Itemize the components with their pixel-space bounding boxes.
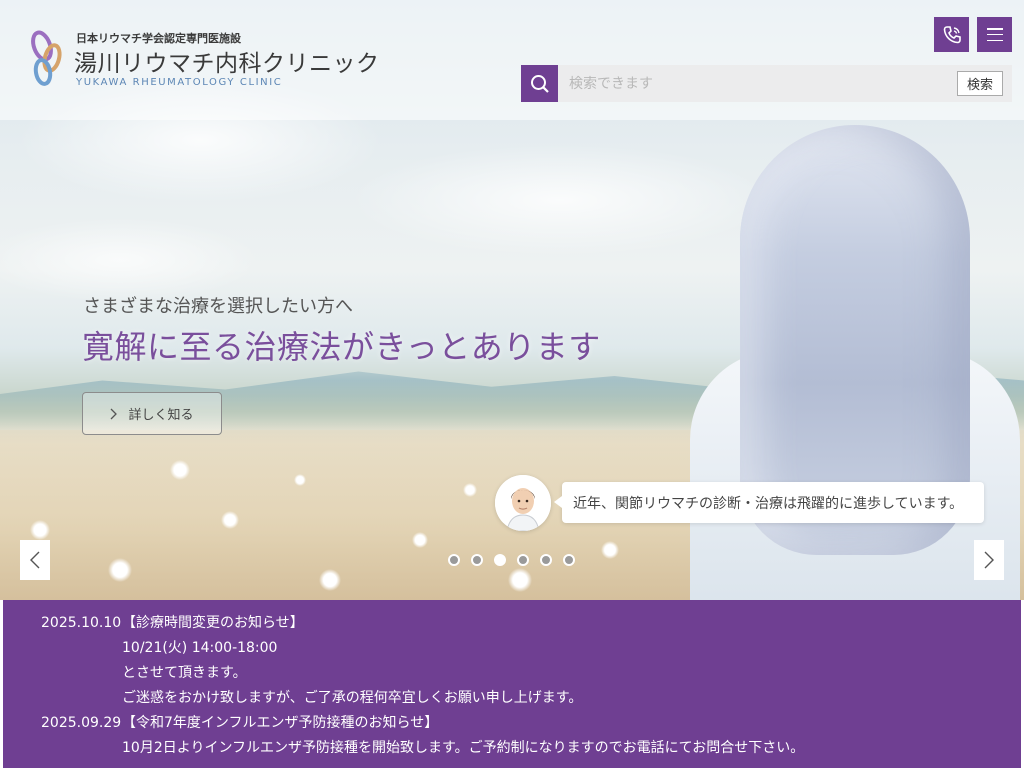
slider-prev-button[interactable] (20, 540, 50, 580)
slider-dot[interactable] (540, 554, 552, 566)
news-line[interactable]: 【診療時間変更のお知らせ】 (122, 611, 1021, 636)
search-submit-button[interactable]: 検索 (957, 71, 1003, 96)
news-line: ご迷惑をおかけ致しますが、ご了承の程何卒宜しくお願い申し上げます。 (122, 690, 583, 706)
logo-title[interactable]: 湯川リウマチ内科クリニック (74, 44, 380, 78)
news-line: 10/21(火) 14:00-18:00 (122, 640, 278, 656)
news-date: 2025.09.29 (41, 715, 122, 731)
chevron-right-icon (984, 551, 994, 569)
news-line[interactable]: 【令和7年度インフルエンザ予防接種のお知らせ】 (122, 711, 1021, 736)
slider-next-button[interactable] (974, 540, 1004, 580)
site-header: 日本リウマチ学会認定専門医施設 湯川リウマチ内科クリニック YUKAWA RHE… (0, 0, 1024, 120)
hero-title: 寛解に至る治療法がきっとあります (82, 328, 601, 366)
learn-more-label: 詳しく知る (128, 408, 194, 423)
slider-dot[interactable] (494, 554, 506, 566)
doctor-avatar-icon (495, 475, 551, 531)
logo-english: YUKAWA RHEUMATOLOGY CLINIC (76, 77, 283, 88)
chevron-right-icon (111, 408, 118, 419)
news-body: 【診療時間変更のお知らせ】 10/21(火) 14:00-18:00 とさせて頂きま… (122, 611, 1021, 711)
doctor-avatar (495, 475, 551, 531)
search-bar: 検索 (521, 65, 1012, 102)
doctor-speech-bubble: 近年、関節リウマチの診断・治療は飛躍的に進歩しています。 (554, 482, 984, 523)
news-item: 2025.10.10 【診療時間変更のお知らせ】 10/21(火) 14:00-18… (3, 611, 1021, 711)
logo-mark-icon[interactable] (30, 28, 66, 88)
learn-more-button[interactable]: 詳しく知る (82, 392, 222, 435)
news-date: 2025.10.10 (41, 615, 122, 631)
slider-dot[interactable] (448, 554, 460, 566)
slider-dot[interactable] (517, 554, 529, 566)
news-body: 【令和7年度インフルエンザ予防接種のお知らせ】 10月2日よりインフルエンザ予防接… (122, 711, 1021, 761)
slider-dot[interactable] (471, 554, 483, 566)
slider-dot[interactable] (563, 554, 575, 566)
search-input[interactable] (558, 65, 957, 102)
news-section: 2025.10.10 【診療時間変更のお知らせ】 10/21(火) 14:00-18… (3, 600, 1021, 768)
search-icon-button[interactable] (521, 65, 558, 102)
hero-subtitle: さまざまな治療を選択したい方へ (83, 296, 353, 317)
search-icon (530, 74, 549, 93)
hamburger-menu-icon (986, 28, 1003, 41)
chevron-left-icon (30, 551, 40, 569)
hamburger-menu-button[interactable] (977, 17, 1012, 52)
slider-dots (448, 554, 575, 566)
news-line: 10月2日よりインフルエンザ予防接種を開始致します。ご予約制になりますのでお電話… (122, 740, 805, 756)
news-line: とさせて頂きます。 (122, 665, 247, 681)
phone-button[interactable] (934, 17, 969, 52)
phone-icon (943, 25, 961, 43)
news-item: 2025.09.29 【令和7年度インフルエンザ予防接種のお知らせ】 10月2日より… (3, 711, 1021, 761)
